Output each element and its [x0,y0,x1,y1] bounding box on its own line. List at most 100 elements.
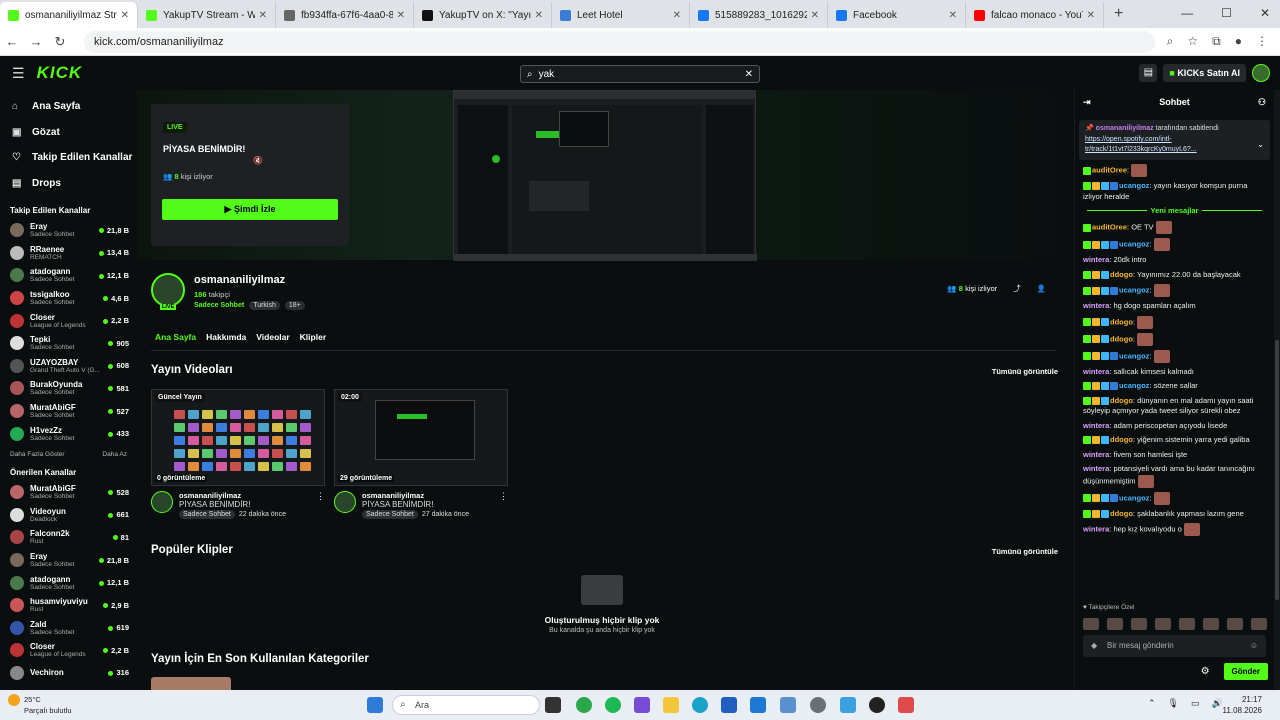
send-button[interactable]: Gönder [1223,663,1268,680]
sidebar-channel[interactable]: husamviyuviyu Rust 2,9 B [0,594,137,617]
sidebar-nav-item[interactable]: ♡ Takip Edilen Kanallar [0,145,137,171]
emote[interactable] [1083,618,1099,630]
sidebar-channel[interactable]: Zald Sadece Sohbet 619 [0,617,137,640]
sidebar-channel[interactable]: BurakOyunda Sadece Sohbet 581 [0,377,137,400]
settings-gear-icon[interactable]: ⚙ [1201,666,1210,677]
menu-icon[interactable]: ⋮ [1256,34,1268,49]
chevron-down-icon[interactable]: ⌄ [1257,140,1264,149]
chat-username[interactable]: ucangoz [1119,239,1149,248]
tag-language[interactable]: Turkish [249,301,280,310]
new-tab-icon[interactable]: + [1114,5,1123,23]
sidebar-channel[interactable]: Eray Sadece Sohbet 21,8 B [0,219,137,242]
chat-username[interactable]: ucangoz [1119,381,1149,390]
network-icon[interactable]: ▭ [1191,698,1200,709]
chat-username[interactable]: auditOree [1092,222,1127,231]
browser-tab[interactable]: Leet Hotel ✕ [552,2,690,28]
close-window-icon[interactable]: ✕ [1260,6,1270,20]
share-icon[interactable]: ⤴ [1013,283,1021,294]
profile-icon[interactable]: ● [1235,34,1242,49]
outlook-icon[interactable] [750,697,766,713]
weather-widget[interactable]: 25°C Parçalı bulutlu [8,694,72,716]
search-input[interactable]: ⌕ yak ✕ [520,65,760,83]
buy-kicks-button[interactable]: ■ KICKs Satın Al [1163,64,1246,82]
sidebar-channel[interactable]: H1vezZz Sadece Sohbet 433 [0,422,137,445]
sidebar-channel[interactable]: Vechiron 316 [0,662,137,685]
microphone-icon[interactable]: 🎙 [1168,698,1179,709]
spotify-icon[interactable] [605,697,621,713]
emote[interactable] [1107,618,1123,630]
chat-username[interactable]: wintera [1083,524,1109,533]
sidebar-channel[interactable]: MuratAbiGF Sadece Sohbet 528 [0,481,137,504]
sidebar-channel[interactable]: atadogann Sadece Sohbet 12,1 B [0,571,137,594]
chat-input[interactable]: ◆ Bir mesaj gönderin ☺ [1083,635,1266,657]
chrome-icon[interactable] [576,697,592,713]
url-field[interactable]: kick.com/osmananiliyilmaz [84,30,1155,53]
video-card[interactable]: 02:00 29 görüntüleme osmananiliyilmaz PİYAS… [334,389,508,519]
emote[interactable] [1179,618,1195,630]
emote[interactable] [1251,618,1267,630]
sidebar-channel[interactable]: Tepki Sadece Sohbet 905 [0,332,137,355]
chat-username[interactable]: ucangoz [1119,181,1149,190]
emote[interactable] [1155,618,1171,630]
remote-desktop-icon[interactable] [780,697,796,713]
sidebar-nav-item[interactable]: ▤ Drops [0,171,137,197]
reload-icon[interactable]: ↻ [48,34,72,50]
page-scrollbar[interactable] [1274,90,1280,690]
chat-username[interactable]: auditOree [1092,165,1127,174]
video-card[interactable]: Güncel Yayın 0 görüntüleme osmananiliyilma… [151,389,325,519]
store-icon[interactable] [721,697,737,713]
clock[interactable]: 21:17 11.08.2026 [1223,694,1262,716]
sidebar-channel[interactable]: MuratAbiGF Sadece Sohbet 527 [0,400,137,423]
obs-icon[interactable] [869,697,885,713]
chat-username[interactable]: ddogo [1110,270,1133,279]
browser-tab[interactable]: falcao monaco - YouTube ✕ [966,2,1104,28]
show-more-button[interactable]: Daha Fazla Göster [10,451,65,458]
channel-tab[interactable]: Ana Sayfa [155,332,196,342]
sidebar-channel[interactable]: atadogann Sadece Sohbet 12,1 B [0,264,137,287]
zoom-icon[interactable]: ⌕ [1167,34,1174,49]
library-icon[interactable]: ▤ [1139,64,1158,82]
sidebar-channel[interactable]: Falconn2k Rust 81 [0,526,137,549]
chat-username[interactable]: ddogo [1110,509,1133,518]
forward-icon[interactable]: → [24,34,48,49]
sidebar-channel[interactable]: tssigalkoo Sadece Sohbet 4,6 B [0,287,137,310]
back-icon[interactable]: ← [0,34,24,49]
browser-tab[interactable]: 515889283_10162929699 ✕ [690,2,828,28]
clear-search-icon[interactable]: ✕ [745,69,753,80]
close-tab-icon[interactable]: ✕ [1087,10,1095,21]
more-options-icon[interactable]: ⋮ [316,491,325,518]
tag-age[interactable]: 18+ [284,301,305,310]
chat-username[interactable]: ddogo [1110,334,1133,343]
sidebar-channel[interactable]: Closer League of Legends 2,2 B [0,639,137,662]
sidebar-nav-item[interactable]: ▣ Gözat [0,120,137,146]
start-icon[interactable] [367,697,383,713]
chat-username[interactable]: wintera [1083,450,1109,459]
collapse-chat-icon[interactable]: ⇥ [1083,97,1091,108]
sidebar-channel[interactable]: UZAYOZBAY Grand Theft Auto V (G... 608 [0,355,137,378]
follow-user-icon[interactable]: 👤 [1037,284,1046,293]
browser-tab[interactable]: YakupTV on X: "Yayınımız ✕ [414,2,552,28]
tray-chevron-icon[interactable]: ⌃ [1148,698,1156,709]
video-thumbnail[interactable]: Güncel Yayın 0 görüntüleme [151,389,325,486]
settings-icon[interactable] [810,697,826,713]
browser-tab[interactable]: fb934ffa-67f6-4aa0-8d8f ✕ [276,2,414,28]
chat-username[interactable]: ucangoz [1119,351,1149,360]
scrollbar-thumb[interactable] [1275,340,1279,600]
minimize-icon[interactable]: — [1181,6,1193,20]
bookmark-star-icon[interactable]: ☆ [1187,34,1198,49]
volume-icon[interactable]: 🔊 [1212,698,1223,709]
mute-icon[interactable]: 🔇 [253,156,263,165]
hamburger-icon[interactable]: ☰ [12,65,25,82]
video-thumbnail[interactable]: 02:00 29 görüntüleme [334,389,508,486]
sidebar-nav-item[interactable]: ⌂ Ana Sayfa [0,94,137,120]
channel-tab[interactable]: Hakkımda [206,332,246,342]
video-channel-avatar[interactable] [151,491,173,513]
sidebar-channel[interactable]: Closer League of Legends 2,2 B [0,309,137,332]
pinned-link[interactable]: https://open.spotify.com/intl-tr/track/1… [1085,135,1264,155]
watch-now-button[interactable]: ▶ Şimdi İzle [162,199,338,220]
clips-see-all-link[interactable]: Tümünü görüntüle [992,547,1058,556]
chat-username[interactable]: ddogo [1110,317,1133,326]
notepad-icon[interactable] [840,697,856,713]
file-explorer-icon[interactable] [663,697,679,713]
chat-username[interactable]: wintera [1083,421,1109,430]
